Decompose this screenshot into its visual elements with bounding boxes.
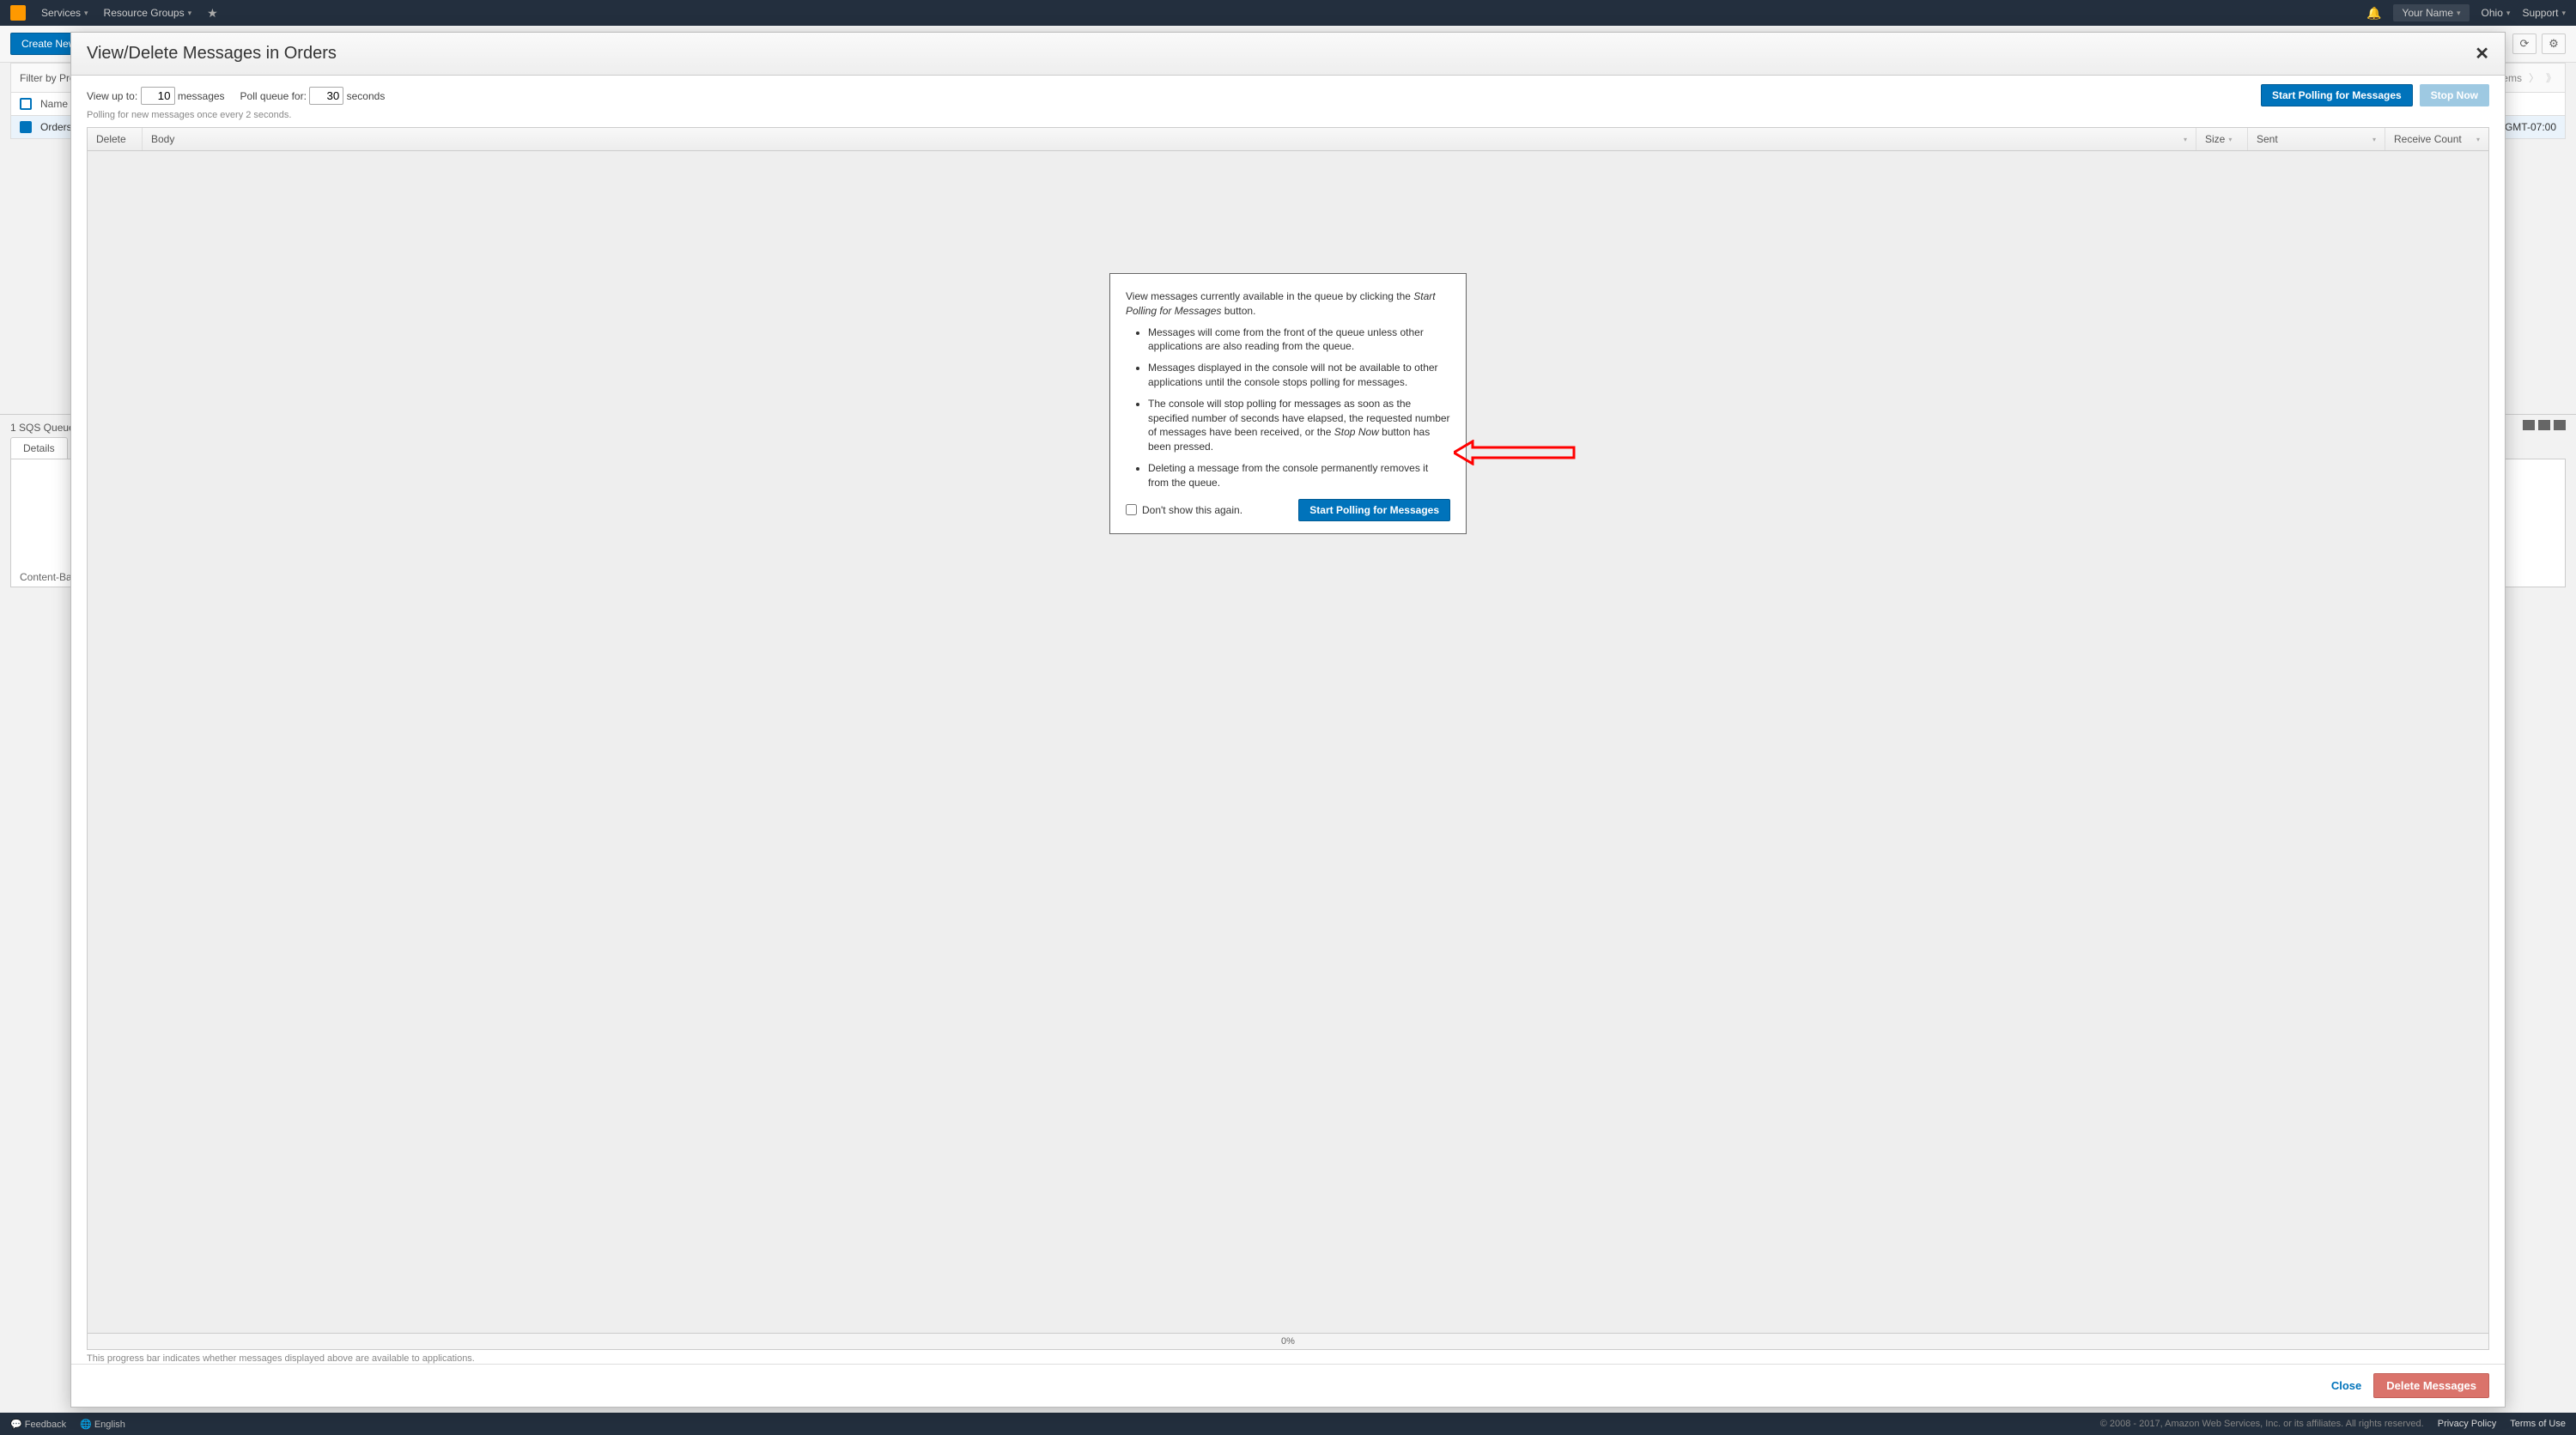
modal-controls: View up to: messages Poll queue for: sec…: [71, 76, 2505, 110]
col-delete-label: Delete: [96, 133, 126, 145]
info-bullet-4: Deleting a message from the console perm…: [1148, 461, 1450, 490]
info-bullet-3em: Stop Now: [1334, 426, 1379, 438]
col-sent-label: Sent: [2257, 133, 2278, 145]
progress-note: This progress bar indicates whether mess…: [87, 1353, 2489, 1364]
messages-table-header: Delete Body▾ Size▾ Sent▾ Receive Count▾: [87, 127, 2489, 151]
poll-for-label: Poll queue for:: [240, 90, 307, 102]
view-up-to-label: View up to:: [87, 90, 137, 102]
col-body-label: Body: [151, 133, 174, 145]
polling-status-text: Polling for new messages once every 2 se…: [71, 110, 2505, 127]
col-receive-label: Receive Count: [2394, 133, 2462, 145]
info-bullet-3: The console will stop polling for messag…: [1148, 397, 1450, 454]
info-intro-a: View messages currently available in the…: [1126, 290, 1413, 302]
close-button[interactable]: Close: [2331, 1379, 2361, 1392]
modal-backdrop: View/Delete Messages in Orders ✕ View up…: [0, 0, 2576, 1435]
dont-show-again-checkbox[interactable]: [1126, 504, 1137, 515]
col-size-label: Size: [2205, 133, 2225, 145]
view-delete-messages-modal: View/Delete Messages in Orders ✕ View up…: [70, 32, 2506, 1408]
col-receive[interactable]: Receive Count ▾: [2385, 128, 2488, 150]
messages-table-body: View messages currently available in the…: [87, 151, 2489, 1333]
col-sent[interactable]: Sent ▾: [2248, 128, 2385, 150]
sort-icon: ▾: [2372, 136, 2376, 143]
messages-unit-label: messages: [178, 90, 225, 102]
info-bullet-2: Messages displayed in the console will n…: [1148, 361, 1450, 390]
annotation-arrow-icon: [1454, 440, 1583, 465]
progress-bar: 0%: [88, 1334, 2488, 1349]
info-bullet-1: Messages will come from the front of the…: [1148, 325, 1450, 355]
sort-icon: ▾: [2476, 136, 2480, 143]
dont-show-again-label: Don't show this again.: [1142, 504, 1242, 516]
seconds-unit-label: seconds: [347, 90, 386, 102]
sort-icon: ▾: [2228, 136, 2232, 143]
sort-icon: ▾: [2184, 136, 2187, 143]
modal-footer: Close Delete Messages: [71, 1364, 2505, 1407]
progress-bar-container: 0%: [87, 1333, 2489, 1350]
progress-percent: 0%: [1281, 1336, 1295, 1347]
stop-now-button[interactable]: Stop Now: [2420, 84, 2489, 106]
poll-for-input[interactable]: [309, 87, 343, 105]
start-polling-button[interactable]: Start Polling for Messages: [2261, 84, 2413, 106]
col-size[interactable]: Size▾: [2196, 128, 2248, 150]
modal-title: View/Delete Messages in Orders: [87, 44, 337, 64]
col-delete[interactable]: Delete: [88, 128, 143, 150]
col-body[interactable]: Body ▾: [143, 128, 2196, 150]
info-panel: View messages currently available in the…: [1109, 273, 1467, 534]
start-polling-panel-button[interactable]: Start Polling for Messages: [1298, 499, 1450, 521]
modal-header: View/Delete Messages in Orders ✕: [71, 33, 2505, 76]
view-up-to-input[interactable]: [141, 87, 175, 105]
close-icon[interactable]: ✕: [2475, 43, 2489, 64]
delete-messages-button[interactable]: Delete Messages: [2373, 1373, 2489, 1398]
info-intro: View messages currently available in the…: [1126, 289, 1450, 319]
info-intro-b: button.: [1221, 305, 1255, 317]
